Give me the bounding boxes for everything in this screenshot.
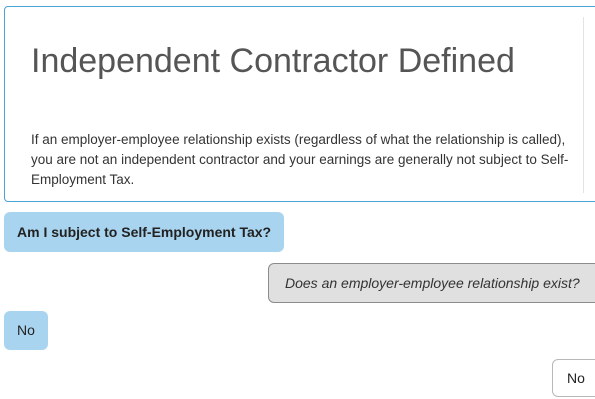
- question-bubble: Am I subject to Self-Employment Tax?: [4, 212, 285, 252]
- card-divider: [583, 17, 584, 193]
- info-card: Independent Contractor Defined If an emp…: [4, 6, 595, 202]
- no-answer-button[interactable]: No: [552, 359, 595, 397]
- info-card-body: If an employer-employee relationship exi…: [31, 132, 569, 187]
- info-card-title: Independent Contractor Defined: [31, 42, 515, 80]
- chat-window: Independent Contractor Defined If an emp…: [0, 0, 595, 399]
- previous-answer-bubble: No: [4, 311, 48, 350]
- prompt-bubble: Does an employer-employee relationship e…: [268, 263, 595, 303]
